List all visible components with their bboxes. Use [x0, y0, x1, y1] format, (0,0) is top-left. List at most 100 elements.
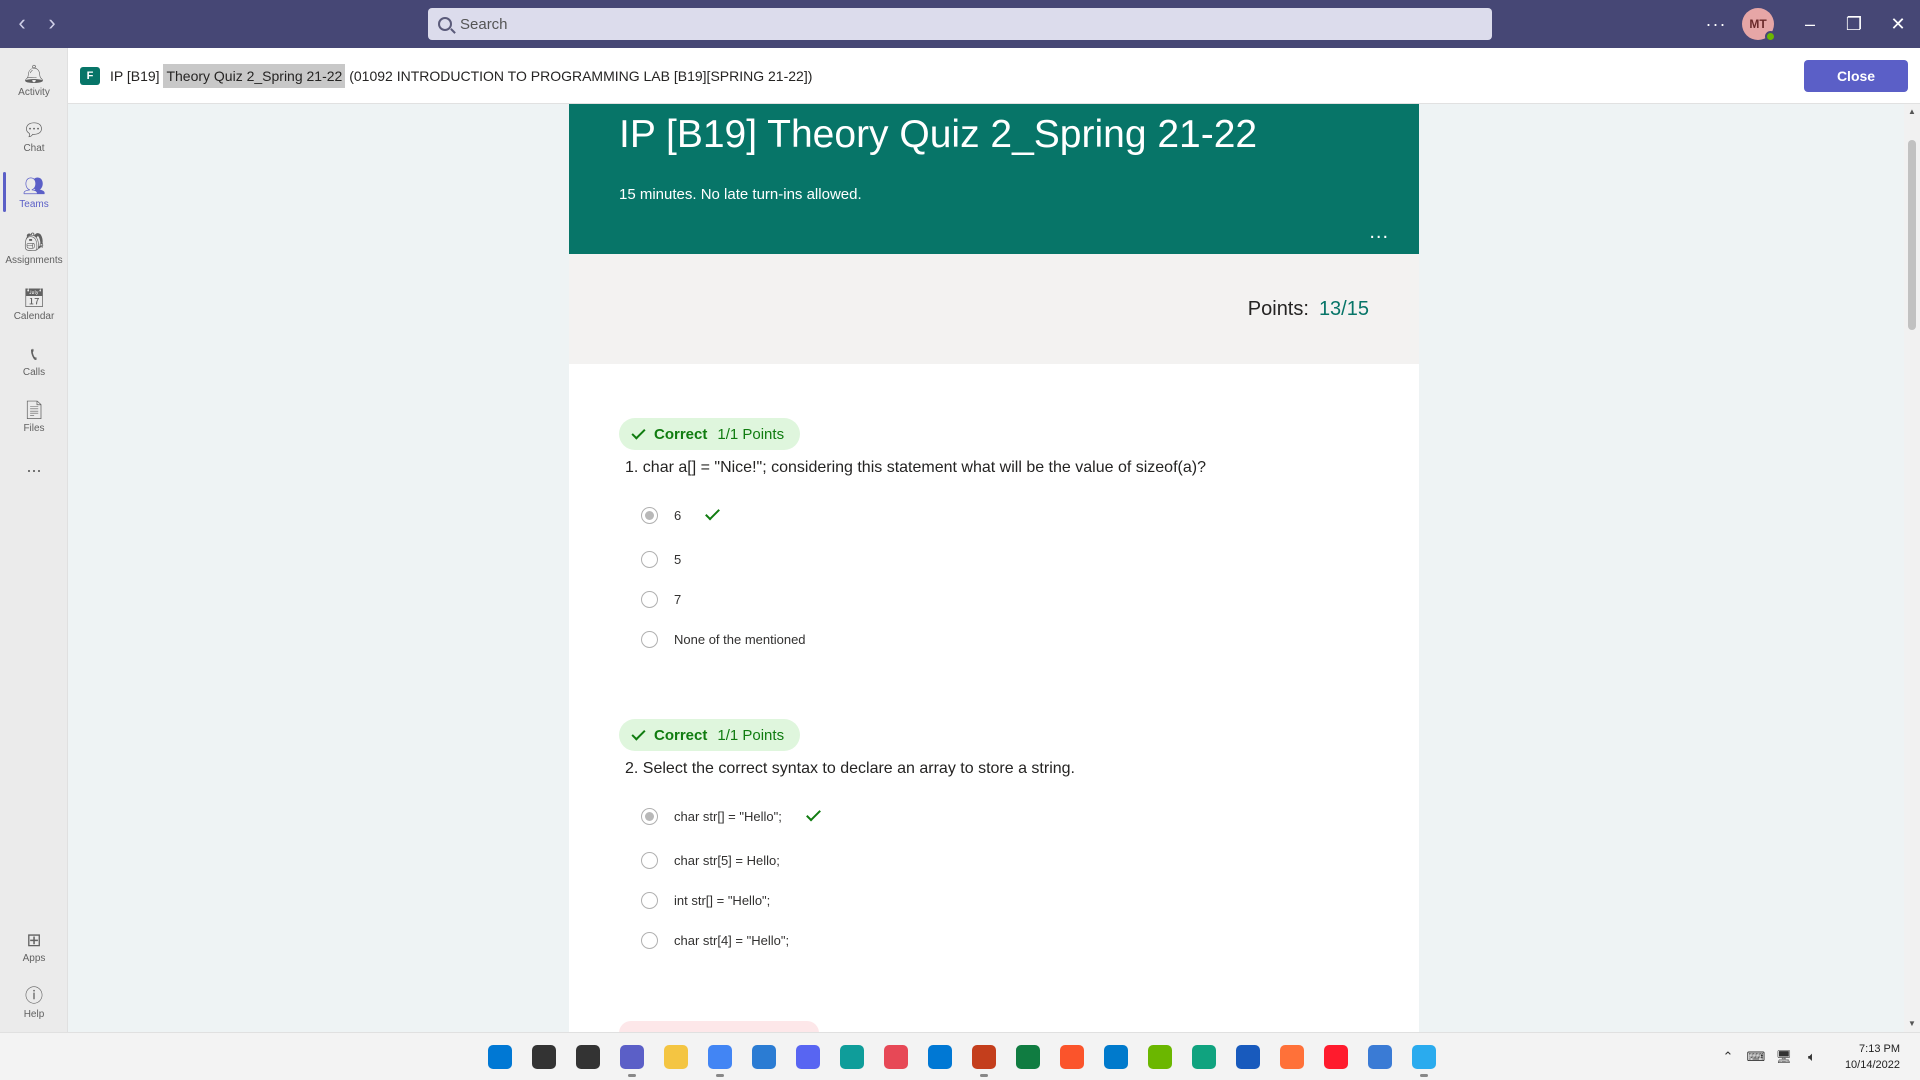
question-2: Correct 1/1 Points 2. Select the correct…	[619, 719, 1075, 778]
taskbar-store-button[interactable]	[880, 1041, 912, 1073]
more-options-icon[interactable]: ...	[1369, 221, 1389, 244]
radio-button[interactable]	[641, 808, 658, 825]
radio-button[interactable]	[641, 591, 658, 608]
search-input[interactable]	[460, 15, 1360, 33]
search-box[interactable]	[428, 8, 1492, 40]
radio-button[interactable]	[641, 631, 658, 648]
taskbar-apps	[484, 1041, 1440, 1077]
taskbar-outlook-button[interactable]	[924, 1041, 956, 1073]
option-label: char str[5] = Hello;	[674, 853, 780, 868]
vertical-scrollbar[interactable]: ▲ ▼	[1904, 104, 1920, 1032]
taskbar: ⌃ ⌨ 🖥︎ 🔈︎ 7:13 PM 10/14/2022	[0, 1032, 1920, 1080]
question-text: 1. char a[] = "Nice!"; considering this …	[625, 459, 1206, 476]
taskbar-discord-button[interactable]	[792, 1041, 824, 1073]
form-card: IP [B19] Theory Quiz 2_Spring 21-22 15 m…	[569, 104, 1419, 1032]
rail-label: Chat	[23, 142, 45, 154]
option-q1-d[interactable]: None of the mentioned	[641, 631, 806, 648]
taskbar-opera-button[interactable]	[1320, 1041, 1352, 1073]
vscode-icon	[1104, 1045, 1128, 1069]
chat-icon: 💬︎	[22, 119, 46, 140]
taskbar-edge-button[interactable]	[836, 1041, 868, 1073]
taskbar-file-explorer-button[interactable]	[660, 1041, 692, 1073]
keyboard-icon[interactable]: ⌨	[1745, 1049, 1767, 1065]
radio-button[interactable]	[641, 852, 658, 869]
teams-icon	[620, 1045, 644, 1069]
taskbar-windows-start-button[interactable]	[484, 1041, 516, 1073]
taskbar-firefox-button[interactable]	[1276, 1041, 1308, 1073]
taskbar-excel-button[interactable]	[1012, 1041, 1044, 1073]
restore-button[interactable]: ❐	[1832, 0, 1876, 48]
rail-item-assignments[interactable]: 🎒︎ Assignments	[0, 220, 68, 276]
rail-label: Calls	[22, 366, 46, 378]
notes-icon	[1148, 1045, 1172, 1069]
correct-check-icon	[705, 505, 721, 521]
notepad-icon	[752, 1045, 776, 1069]
close-window-button[interactable]: ✕	[1876, 0, 1920, 48]
taskbar-search-button[interactable]	[528, 1041, 560, 1073]
header-highlight: Theory Quiz 2_Spring 21-22	[163, 63, 346, 88]
option-q2-a[interactable]: char str[] = "Hello";	[641, 806, 821, 825]
radio-button[interactable]	[641, 551, 658, 568]
minimize-button[interactable]: –	[1788, 0, 1832, 48]
option-q2-b[interactable]: char str[5] = Hello;	[641, 852, 780, 869]
option-label: 6	[674, 508, 682, 523]
avatar[interactable]: MT	[1742, 8, 1776, 42]
app-header: F IP [B19] Theory Quiz 2_Spring 21-22 (0…	[68, 48, 1920, 104]
option-label: 7	[674, 592, 682, 607]
telegram-icon	[1412, 1045, 1436, 1069]
forward-arrow-icon[interactable]: ›	[38, 10, 66, 36]
rail-item-apps[interactable]: ⊞ Apps	[0, 918, 68, 974]
rail-item-activity[interactable]: 🔔︎ Activity	[0, 52, 68, 108]
next-result-badge	[619, 1021, 819, 1032]
close-button[interactable]: Close	[1804, 60, 1908, 92]
chrome-icon	[708, 1045, 732, 1069]
chevron-up-icon[interactable]: ⌃	[1717, 1049, 1739, 1065]
option-q1-a[interactable]: 6	[641, 505, 721, 524]
taskbar-hex-app-button[interactable]	[1364, 1041, 1396, 1073]
rail-item-calls[interactable]: 📞︎ Calls	[0, 332, 68, 388]
radio-button[interactable]	[641, 507, 658, 524]
system-tray: ⌃ ⌨ 🖥︎ 🔈︎ 7:13 PM 10/14/2022	[1717, 1033, 1900, 1080]
scroll-down-icon[interactable]: ▼	[1904, 1016, 1920, 1032]
back-arrow-icon[interactable]: ‹	[8, 10, 36, 36]
calendar-icon: 📅︎	[22, 287, 46, 308]
more-apps-button[interactable]: ...	[0, 438, 68, 494]
main-content: IP [B19] Theory Quiz 2_Spring 21-22 15 m…	[68, 104, 1920, 1032]
taskbar-notepad-button[interactable]	[748, 1041, 780, 1073]
outlook-icon	[928, 1045, 952, 1069]
help-icon: ⓘ	[25, 985, 43, 1006]
scroll-up-icon[interactable]: ▲	[1904, 104, 1920, 120]
option-q1-b[interactable]: 5	[641, 551, 681, 568]
taskbar-powerpoint-button[interactable]	[968, 1041, 1000, 1077]
search-icon	[532, 1045, 556, 1069]
edge-icon	[840, 1045, 864, 1069]
taskbar-brave-button[interactable]	[1056, 1041, 1088, 1073]
option-q1-c[interactable]: 7	[641, 591, 681, 608]
rail-item-calendar[interactable]: 📅︎ Calendar	[0, 276, 68, 332]
rail-item-files[interactable]: 📄︎ Files	[0, 388, 68, 444]
option-q2-c[interactable]: int str[] = "Hello";	[641, 892, 770, 909]
volume-icon[interactable]: 🔈︎	[1801, 1049, 1823, 1065]
taskbar-telegram-button[interactable]	[1408, 1041, 1440, 1077]
more-options-icon[interactable]: ···	[1696, 14, 1736, 35]
taskbar-notes-button[interactable]	[1144, 1041, 1176, 1073]
taskbar-teams-button[interactable]	[616, 1041, 648, 1077]
taskbar-chrome-button[interactable]	[704, 1041, 736, 1077]
points-value: 13/15	[1318, 297, 1369, 320]
avatar-initials: MT	[1749, 17, 1767, 31]
option-label: None of the mentioned	[674, 632, 806, 647]
taskbar-word-button[interactable]	[1232, 1041, 1264, 1073]
network-icon[interactable]: 🖥︎	[1773, 1049, 1795, 1065]
taskbar-chatgpt-button[interactable]	[1188, 1041, 1220, 1073]
taskbar-vscode-button[interactable]	[1100, 1041, 1132, 1073]
option-q2-d[interactable]: char str[4] = "Hello";	[641, 932, 789, 949]
rail-item-teams[interactable]: 👥︎ Teams	[0, 164, 68, 220]
clock[interactable]: 7:13 PM 10/14/2022	[1845, 1041, 1900, 1073]
radio-button[interactable]	[641, 932, 658, 949]
radio-button[interactable]	[641, 892, 658, 909]
scrollbar-thumb[interactable]	[1908, 140, 1916, 330]
rail-item-help[interactable]: ⓘ Help	[0, 974, 68, 1030]
taskbar-file-viewer-button[interactable]	[572, 1041, 604, 1073]
rail-item-chat[interactable]: 💬︎ Chat	[0, 108, 68, 164]
correct-check-icon	[805, 806, 821, 822]
